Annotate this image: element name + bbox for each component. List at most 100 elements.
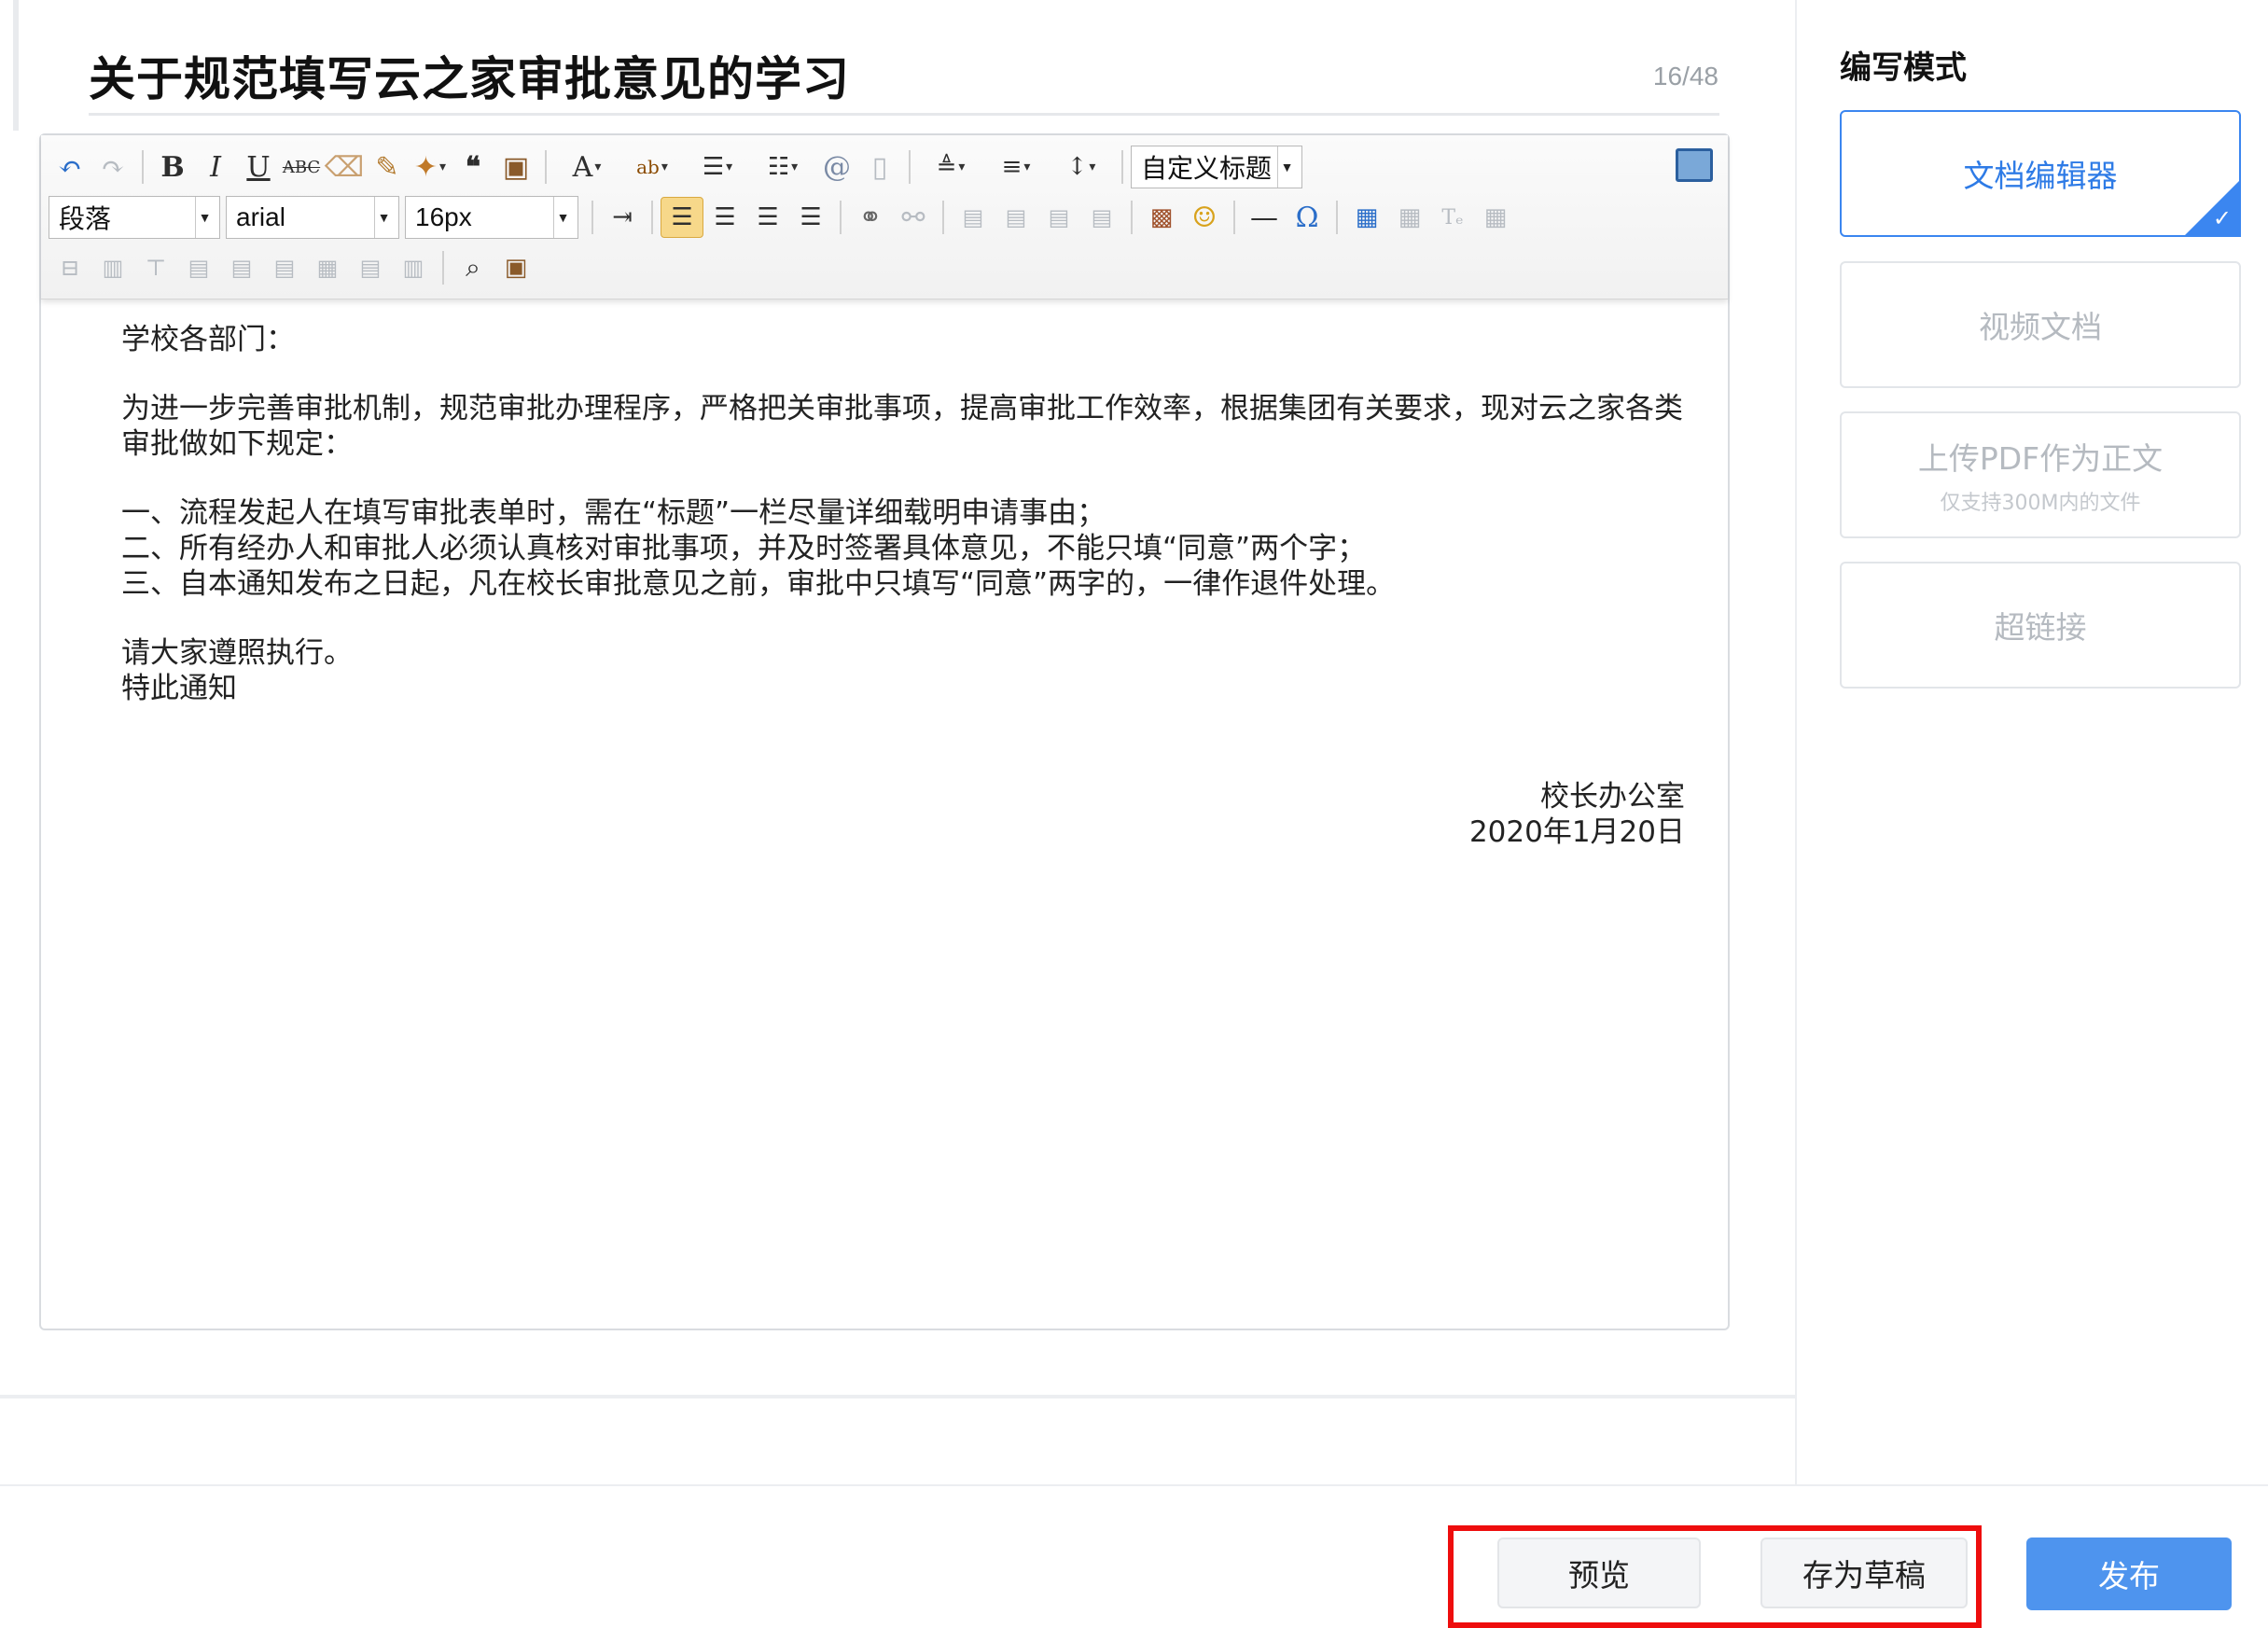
- align-left-icon[interactable]: ☰: [661, 197, 703, 238]
- doc-signature: 校长办公室: [1540, 780, 1685, 814]
- toolbar-separator: [909, 150, 911, 184]
- editor-content[interactable]: 学校各部门： 为进一步完善审批机制，规范审批办理程序，严格把关审批事项，提高审批…: [121, 322, 1689, 706]
- chevron-down-icon: ▼: [553, 197, 572, 238]
- delete-row-icon[interactable]: ⊟: [49, 247, 91, 288]
- unordered-list-icon[interactable]: ☷ ▾: [750, 146, 815, 188]
- preview-button[interactable]: 预览: [1497, 1538, 1701, 1608]
- blockquote-icon[interactable]: ❝: [452, 146, 494, 188]
- image-none-icon[interactable]: ▤: [995, 197, 1037, 238]
- bold-icon[interactable]: B: [151, 146, 194, 188]
- font-size-select-value: 16px: [415, 202, 472, 231]
- fullscreen-icon[interactable]: [1676, 148, 1713, 182]
- paragraph-select[interactable]: 段落 ▼: [49, 196, 220, 239]
- strikethrough-icon[interactable]: ABC: [280, 146, 323, 188]
- checkmark-icon: ✓: [2212, 205, 2232, 231]
- mode-label: 超链接: [1994, 609, 2087, 646]
- doc-item: 二、所有经办人和审批人必须认真核对审批事项，并及时签署具体意见，不能只填“同意”…: [121, 532, 1367, 565]
- merge-right-icon[interactable]: ▤: [220, 247, 263, 288]
- title-char-count: 16/48: [1652, 62, 1718, 90]
- doc-intro: 为进一步完善审批机制，规范审批办理程序，严格把关审批事项，提高审批工作效率，根据…: [121, 392, 1683, 461]
- merge-cells-icon[interactable]: ▤: [177, 247, 220, 288]
- toolbar-separator: [1233, 201, 1235, 234]
- paragraph-spacing-bottom-icon[interactable]: ≡ ▾: [983, 146, 1049, 188]
- font-family-select-value: arial: [236, 202, 285, 231]
- font-size-select[interactable]: 16px ▼: [405, 196, 578, 239]
- split-rows-icon[interactable]: ▤: [349, 247, 392, 288]
- insert-paragraph-before-table-icon[interactable]: Tₑ: [1431, 197, 1474, 238]
- italic-icon[interactable]: I: [194, 146, 237, 188]
- split-cells-icon[interactable]: ▦: [306, 247, 349, 288]
- font-family-select[interactable]: arial ▼: [226, 196, 399, 239]
- eraser-icon[interactable]: ⌫: [323, 146, 366, 188]
- image-right-icon[interactable]: ▤: [1037, 197, 1080, 238]
- mode-panel-title: 编写模式: [1840, 49, 1967, 87]
- mode-upload-pdf[interactable]: 上传PDF作为正文 仅支持300M内的文件: [1840, 411, 2241, 538]
- footer-divider: [0, 1484, 2268, 1486]
- font-color-icon[interactable]: A ▾: [554, 146, 619, 188]
- title-underline: [89, 113, 1719, 116]
- heading-select-value: 自定义标题: [1141, 154, 1273, 183]
- delete-col-icon[interactable]: ⊤: [134, 247, 177, 288]
- align-center-icon[interactable]: ☰: [703, 197, 746, 238]
- emoticon-icon[interactable]: ☺: [1183, 197, 1226, 238]
- toolbar-separator: [651, 201, 653, 234]
- align-justify-icon[interactable]: ☰: [789, 197, 832, 238]
- unlink-icon[interactable]: ⚯: [892, 197, 935, 238]
- left-accent-bar: [13, 0, 19, 131]
- align-right-icon[interactable]: ☰: [746, 197, 789, 238]
- toolbar-row-1: ↶ ↷ B I U ABC ⌫ ✎ ✦ ▾ ❝ ▣ A ▾ ab ▾ ☰ ▾ ☷ ▾ @ …: [49, 145, 1308, 189]
- doc-item: 三、自本通知发布之日起，凡在校长审批意见之前，审批中只填写“同意”两字的，一律作…: [121, 567, 1396, 601]
- format-painter-icon[interactable]: ✎: [366, 146, 409, 188]
- paragraph-spacing-top-icon[interactable]: ≜ ▾: [918, 146, 983, 188]
- image-left-icon[interactable]: ▤: [952, 197, 995, 238]
- undo-icon[interactable]: ↶: [49, 146, 91, 188]
- mode-video-doc[interactable]: 视频文档: [1840, 261, 2241, 388]
- anchor-icon[interactable]: @: [815, 146, 858, 188]
- column-divider: [1795, 0, 1797, 1485]
- line-height-icon[interactable]: ↕ ▾: [1049, 146, 1114, 188]
- insert-image-icon[interactable]: ▩: [1140, 197, 1183, 238]
- chevron-down-icon: ▼: [1277, 146, 1296, 188]
- highlight-color-icon[interactable]: ab ▾: [619, 146, 685, 188]
- paragraph-select-value: 段落: [59, 204, 112, 233]
- heading-select[interactable]: 自定义标题 ▼: [1131, 146, 1302, 188]
- mode-hyperlink[interactable]: 超链接: [1840, 562, 2241, 689]
- chevron-down-icon: ▼: [374, 197, 393, 238]
- split-cols-icon[interactable]: ▥: [392, 247, 435, 288]
- save-draft-button[interactable]: 存为草稿: [1760, 1538, 1968, 1608]
- mode-label: 文档编辑器: [1963, 158, 2118, 194]
- insert-table-icon[interactable]: ▦: [1345, 197, 1388, 238]
- paste-text-icon[interactable]: ▣: [494, 146, 537, 188]
- toolbar-separator: [142, 150, 144, 184]
- chevron-down-icon: ▼: [195, 197, 214, 238]
- special-char-icon[interactable]: Ω: [1286, 197, 1329, 238]
- toolbar-separator: [840, 201, 842, 234]
- toolbar-separator: [1336, 201, 1338, 234]
- mode-label: 上传PDF作为正文: [1917, 440, 2164, 477]
- publish-button[interactable]: 发布: [2026, 1538, 2232, 1610]
- magic-wand-icon[interactable]: ✦ ▾: [409, 146, 452, 188]
- rich-text-editor[interactable]: ↶ ↷ B I U ABC ⌫ ✎ ✦ ▾ ❝ ▣ A ▾ ab ▾ ☰ ▾ ☷ ▾ @ …: [39, 133, 1730, 1330]
- insert-col-icon[interactable]: ▥: [91, 247, 134, 288]
- toolbar-separator: [591, 201, 593, 234]
- underline-icon[interactable]: U: [237, 146, 280, 188]
- doc-closing: 请大家遵照执行。: [121, 636, 353, 670]
- toolbar-separator: [545, 150, 547, 184]
- horizontal-rule-icon[interactable]: —: [1243, 197, 1286, 238]
- indent-icon[interactable]: ⇥: [601, 197, 644, 238]
- link-icon[interactable]: ⚭: [849, 197, 892, 238]
- content-divider: [0, 1395, 1796, 1398]
- toolbar-separator: [442, 251, 444, 285]
- search-replace-icon[interactable]: ⌕: [452, 247, 494, 288]
- insert-row-icon[interactable]: ▦: [1474, 197, 1517, 238]
- delete-table-icon[interactable]: ▦: [1388, 197, 1431, 238]
- redo-icon[interactable]: ↷: [91, 146, 134, 188]
- article-title-input[interactable]: 关于规范填写云之家审批意见的学习: [89, 37, 1721, 121]
- ordered-list-icon[interactable]: ☰ ▾: [685, 146, 750, 188]
- paste-icon[interactable]: ▣: [494, 247, 537, 288]
- mode-doc-editor[interactable]: 文档编辑器 ✓: [1840, 110, 2241, 237]
- doc-signature-block: 校长办公室 2020年1月20日: [1469, 779, 1685, 850]
- image-center-icon[interactable]: ▤: [1080, 197, 1123, 238]
- merge-down-icon[interactable]: ▤: [263, 247, 306, 288]
- page-break-icon[interactable]: ▯: [858, 146, 901, 188]
